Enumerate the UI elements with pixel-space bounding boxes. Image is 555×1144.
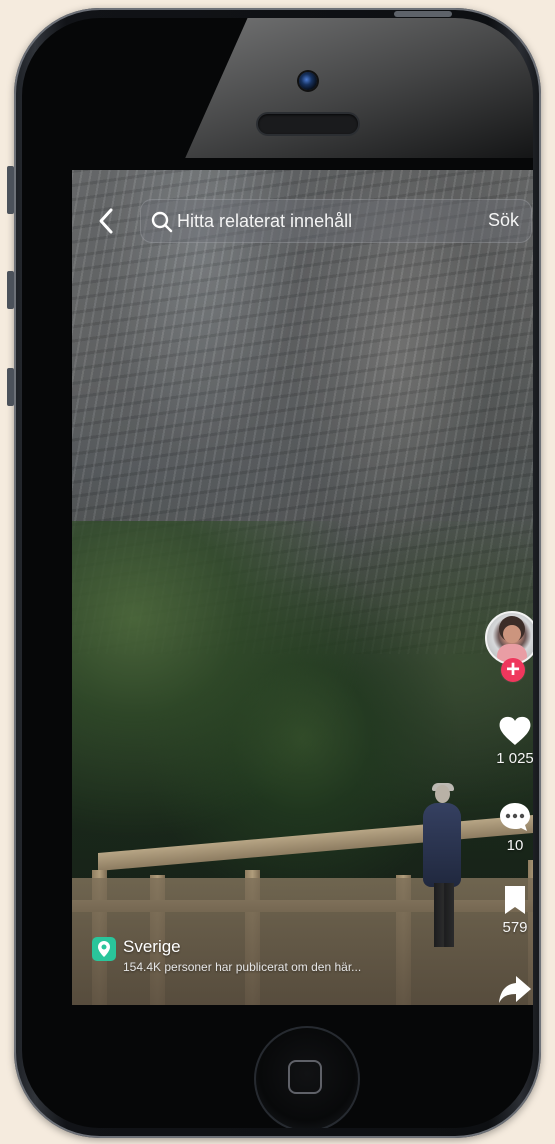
left-volume-up-button xyxy=(7,271,14,309)
save-count: 579 xyxy=(502,919,528,936)
avatar-person-head xyxy=(503,625,521,643)
like-action[interactable]: 1 025 xyxy=(482,714,533,767)
hiker-figure xyxy=(419,783,467,955)
person-legs xyxy=(434,883,454,947)
heart-icon xyxy=(499,716,531,745)
phone-device: Sök + 1 025 xyxy=(7,8,541,1138)
left-volume-down-button xyxy=(7,368,14,406)
comment-action[interactable]: 10 xyxy=(482,799,533,854)
like-count: 1 025 xyxy=(496,750,533,767)
home-button-icon xyxy=(288,1060,322,1094)
search-bar: Sök xyxy=(90,199,532,243)
location-title: Sverige xyxy=(123,937,181,956)
left-silent-switch xyxy=(7,166,14,214)
location-pin-icon xyxy=(92,937,116,961)
share-icon xyxy=(499,976,531,1003)
save-action[interactable]: 579 xyxy=(482,883,533,936)
screen-glare xyxy=(185,18,533,158)
comment-count: 10 xyxy=(506,837,524,854)
phone-face: Sök + 1 025 xyxy=(22,18,533,1128)
follow-button[interactable]: + xyxy=(501,658,525,682)
creator-avatar-group[interactable]: + xyxy=(485,611,533,682)
top-power-button xyxy=(394,11,452,17)
person-jacket xyxy=(423,803,461,887)
front-camera-icon xyxy=(299,72,317,90)
search-icon xyxy=(149,209,175,235)
earpiece-speaker xyxy=(258,114,358,134)
search-input[interactable] xyxy=(177,200,427,242)
location-subtitle: 154.4K personer har publicerat om den hä… xyxy=(123,960,362,974)
share-action[interactable] xyxy=(482,972,533,1005)
comment-icon xyxy=(500,803,530,831)
location-tag[interactable]: Sverige 154.4K personer har publicerat o… xyxy=(92,936,432,980)
video-action-rail: + 1 025 10 579 xyxy=(482,611,533,1003)
home-button[interactable] xyxy=(254,1026,360,1128)
video-screen[interactable]: Sök + 1 025 xyxy=(72,170,533,1005)
bookmark-icon xyxy=(505,886,525,914)
search-button[interactable]: Sök xyxy=(488,210,519,231)
person-head xyxy=(435,785,450,803)
back-icon[interactable] xyxy=(90,199,124,243)
search-field[interactable]: Sök xyxy=(140,199,532,243)
